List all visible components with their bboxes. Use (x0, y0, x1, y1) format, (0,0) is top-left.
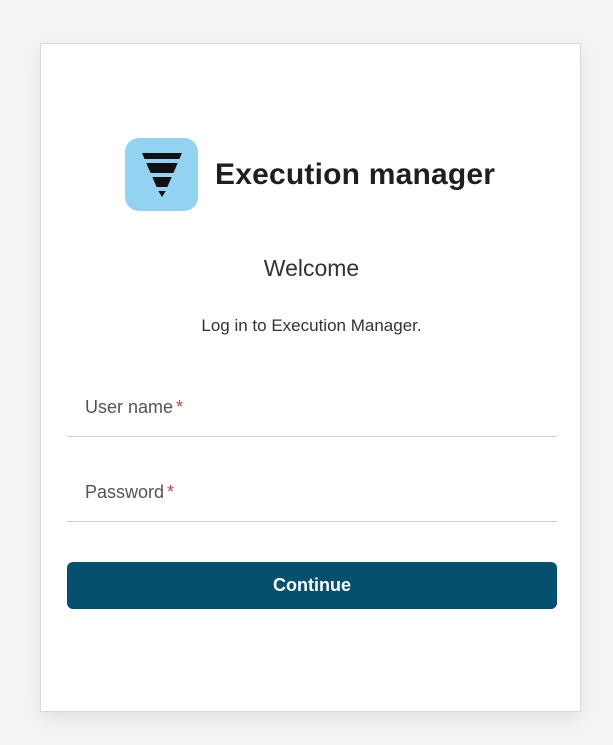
welcome-heading: Welcome (263, 255, 360, 281)
funnel-icon (141, 152, 182, 197)
username-field[interactable]: User name * (67, 389, 557, 437)
continue-button[interactable]: Continue (67, 562, 557, 609)
brand-header: Execution manager (125, 138, 495, 211)
login-card: Execution manager Welcome Log in to Exec… (40, 43, 581, 712)
login-subtitle: Log in to Execution Manager. (201, 316, 422, 335)
app-logo (125, 138, 198, 211)
password-input[interactable] (67, 474, 557, 521)
username-input[interactable] (67, 389, 557, 436)
password-field[interactable]: Password * (67, 474, 557, 522)
app-name: Execution manager (215, 157, 496, 191)
